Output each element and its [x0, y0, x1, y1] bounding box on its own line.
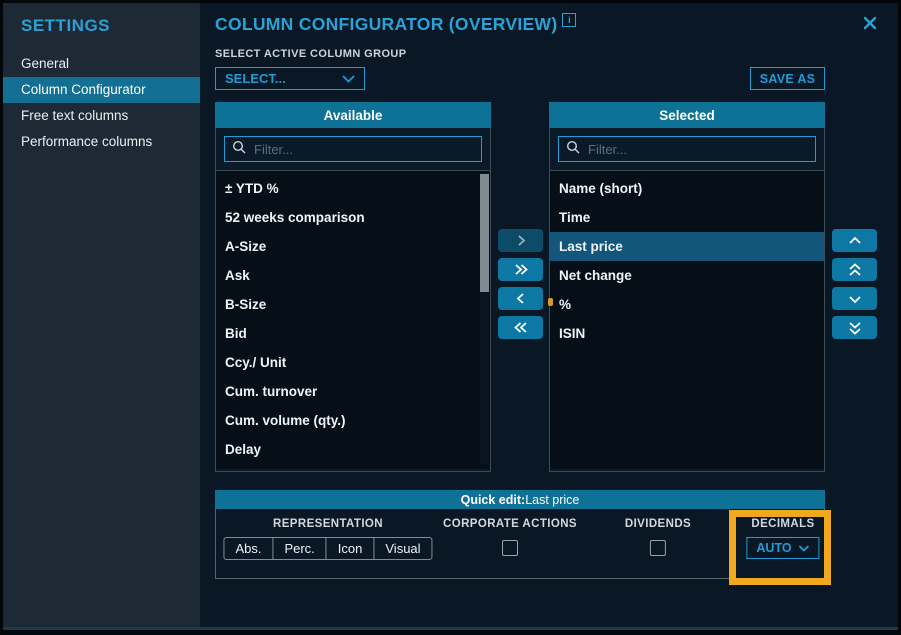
move-up-button[interactable] [832, 229, 877, 252]
list-item[interactable]: Cum. volume (qty.) [216, 406, 490, 435]
representation-option-icon[interactable]: Icon [326, 538, 374, 559]
settings-window: SETTINGS General Column Configurator Fre… [0, 0, 901, 635]
representation-label: REPRESENTATION [273, 518, 383, 530]
list-item[interactable]: Cum. turnover [216, 377, 490, 406]
transfer-buttons [498, 229, 543, 339]
available-panel: Available ± YTD % 52 weeks comparison A-… [215, 102, 491, 472]
selected-filter-row [550, 128, 824, 171]
column-group-select-value: SELECT... [225, 71, 286, 86]
move-all-right-button[interactable] [498, 258, 543, 281]
list-item[interactable]: Ccy./ Unit [216, 348, 490, 377]
list-item[interactable]: ISIN [550, 319, 824, 348]
sidebar-item-general[interactable]: General [3, 51, 200, 77]
search-icon [232, 140, 246, 159]
quick-edit-title-item: Last price [525, 493, 579, 507]
list-item[interactable]: 52 weeks comparison [216, 203, 490, 232]
order-buttons [832, 229, 877, 339]
page-title: COLUMN CONFIGURATOR (OVERVIEW) i [215, 13, 576, 35]
move-down-button[interactable] [832, 287, 877, 310]
annotation-highlight-box [729, 510, 831, 585]
list-item[interactable]: ± YTD % [216, 174, 490, 203]
quick-edit-header: Quick edit: Last price [215, 490, 825, 509]
dividends-checkbox[interactable] [650, 540, 666, 556]
selected-panel-header: Selected [549, 102, 825, 128]
active-column-group-label: SELECT ACTIVE COLUMN GROUP [215, 48, 407, 60]
window-bottom-border [3, 627, 898, 630]
column-group-select[interactable]: SELECT... [215, 67, 365, 90]
move-left-button[interactable] [498, 287, 543, 310]
representation-option-perc[interactable]: Perc. [272, 538, 325, 559]
list-item[interactable]: Ask [216, 261, 490, 290]
move-to-top-button[interactable] [832, 258, 877, 281]
info-icon[interactable]: i [562, 13, 576, 27]
corporate-actions-checkbox[interactable] [502, 540, 518, 556]
chevron-down-icon [342, 71, 355, 86]
close-icon[interactable] [862, 15, 878, 31]
representation-group: REPRESENTATION Abs. Perc. Icon Visual [223, 518, 432, 560]
save-as-button[interactable]: SAVE AS [750, 67, 825, 90]
sidebar-nav: General Column Configurator Free text co… [3, 51, 200, 155]
dividends-group: DIVIDENDS [625, 518, 691, 556]
list-item[interactable]: Time [550, 203, 824, 232]
list-item[interactable]: Last price [550, 232, 824, 261]
main-panel: COLUMN CONFIGURATOR (OVERVIEW) i SELECT A… [200, 3, 898, 627]
sidebar-item-performance-columns[interactable]: Performance columns [3, 129, 200, 155]
list-item[interactable]: A-Size [216, 232, 490, 261]
search-icon [566, 140, 580, 159]
corporate-actions-group: CORPORATE ACTIONS [443, 518, 577, 556]
list-item[interactable]: Bid [216, 319, 490, 348]
representation-option-abs[interactable]: Abs. [224, 538, 272, 559]
scrollbar-thumb[interactable] [480, 174, 489, 292]
selected-filter-input[interactable] [586, 141, 808, 158]
available-list: ± YTD % 52 weeks comparison A-Size Ask B… [216, 171, 490, 469]
available-filter-input[interactable] [252, 141, 474, 158]
move-right-button[interactable] [498, 229, 543, 252]
selected-list: Name (short) Time Last price Net change … [550, 171, 824, 469]
list-item[interactable]: Name (short) [550, 174, 824, 203]
list-item[interactable]: B-Size [216, 290, 490, 319]
corporate-actions-label: CORPORATE ACTIONS [443, 518, 577, 530]
sidebar-item-free-text-columns[interactable]: Free text columns [3, 103, 200, 129]
representation-option-visual[interactable]: Visual [373, 538, 431, 559]
list-item[interactable]: Delay [216, 435, 490, 464]
cursor-dot [548, 298, 553, 306]
move-all-left-button[interactable] [498, 316, 543, 339]
sidebar-item-column-configurator[interactable]: Column Configurator [3, 77, 200, 103]
list-item[interactable]: Net change [550, 261, 824, 290]
sidebar-title: SETTINGS [21, 16, 200, 36]
dividends-label: DIVIDENDS [625, 518, 691, 530]
page-title-text: COLUMN CONFIGURATOR (OVERVIEW) [215, 14, 557, 34]
available-filter-row [216, 128, 490, 171]
available-panel-header: Available [215, 102, 491, 128]
available-scrollbar [480, 173, 489, 465]
list-item[interactable]: % [550, 290, 824, 319]
representation-segmented-control: Abs. Perc. Icon Visual [223, 537, 432, 560]
quick-edit-title-prefix: Quick edit: [461, 493, 526, 507]
selected-panel: Selected Name (short) Time Last price Ne… [549, 102, 825, 472]
move-to-bottom-button[interactable] [832, 316, 877, 339]
sidebar: SETTINGS General Column Configurator Fre… [3, 3, 200, 627]
